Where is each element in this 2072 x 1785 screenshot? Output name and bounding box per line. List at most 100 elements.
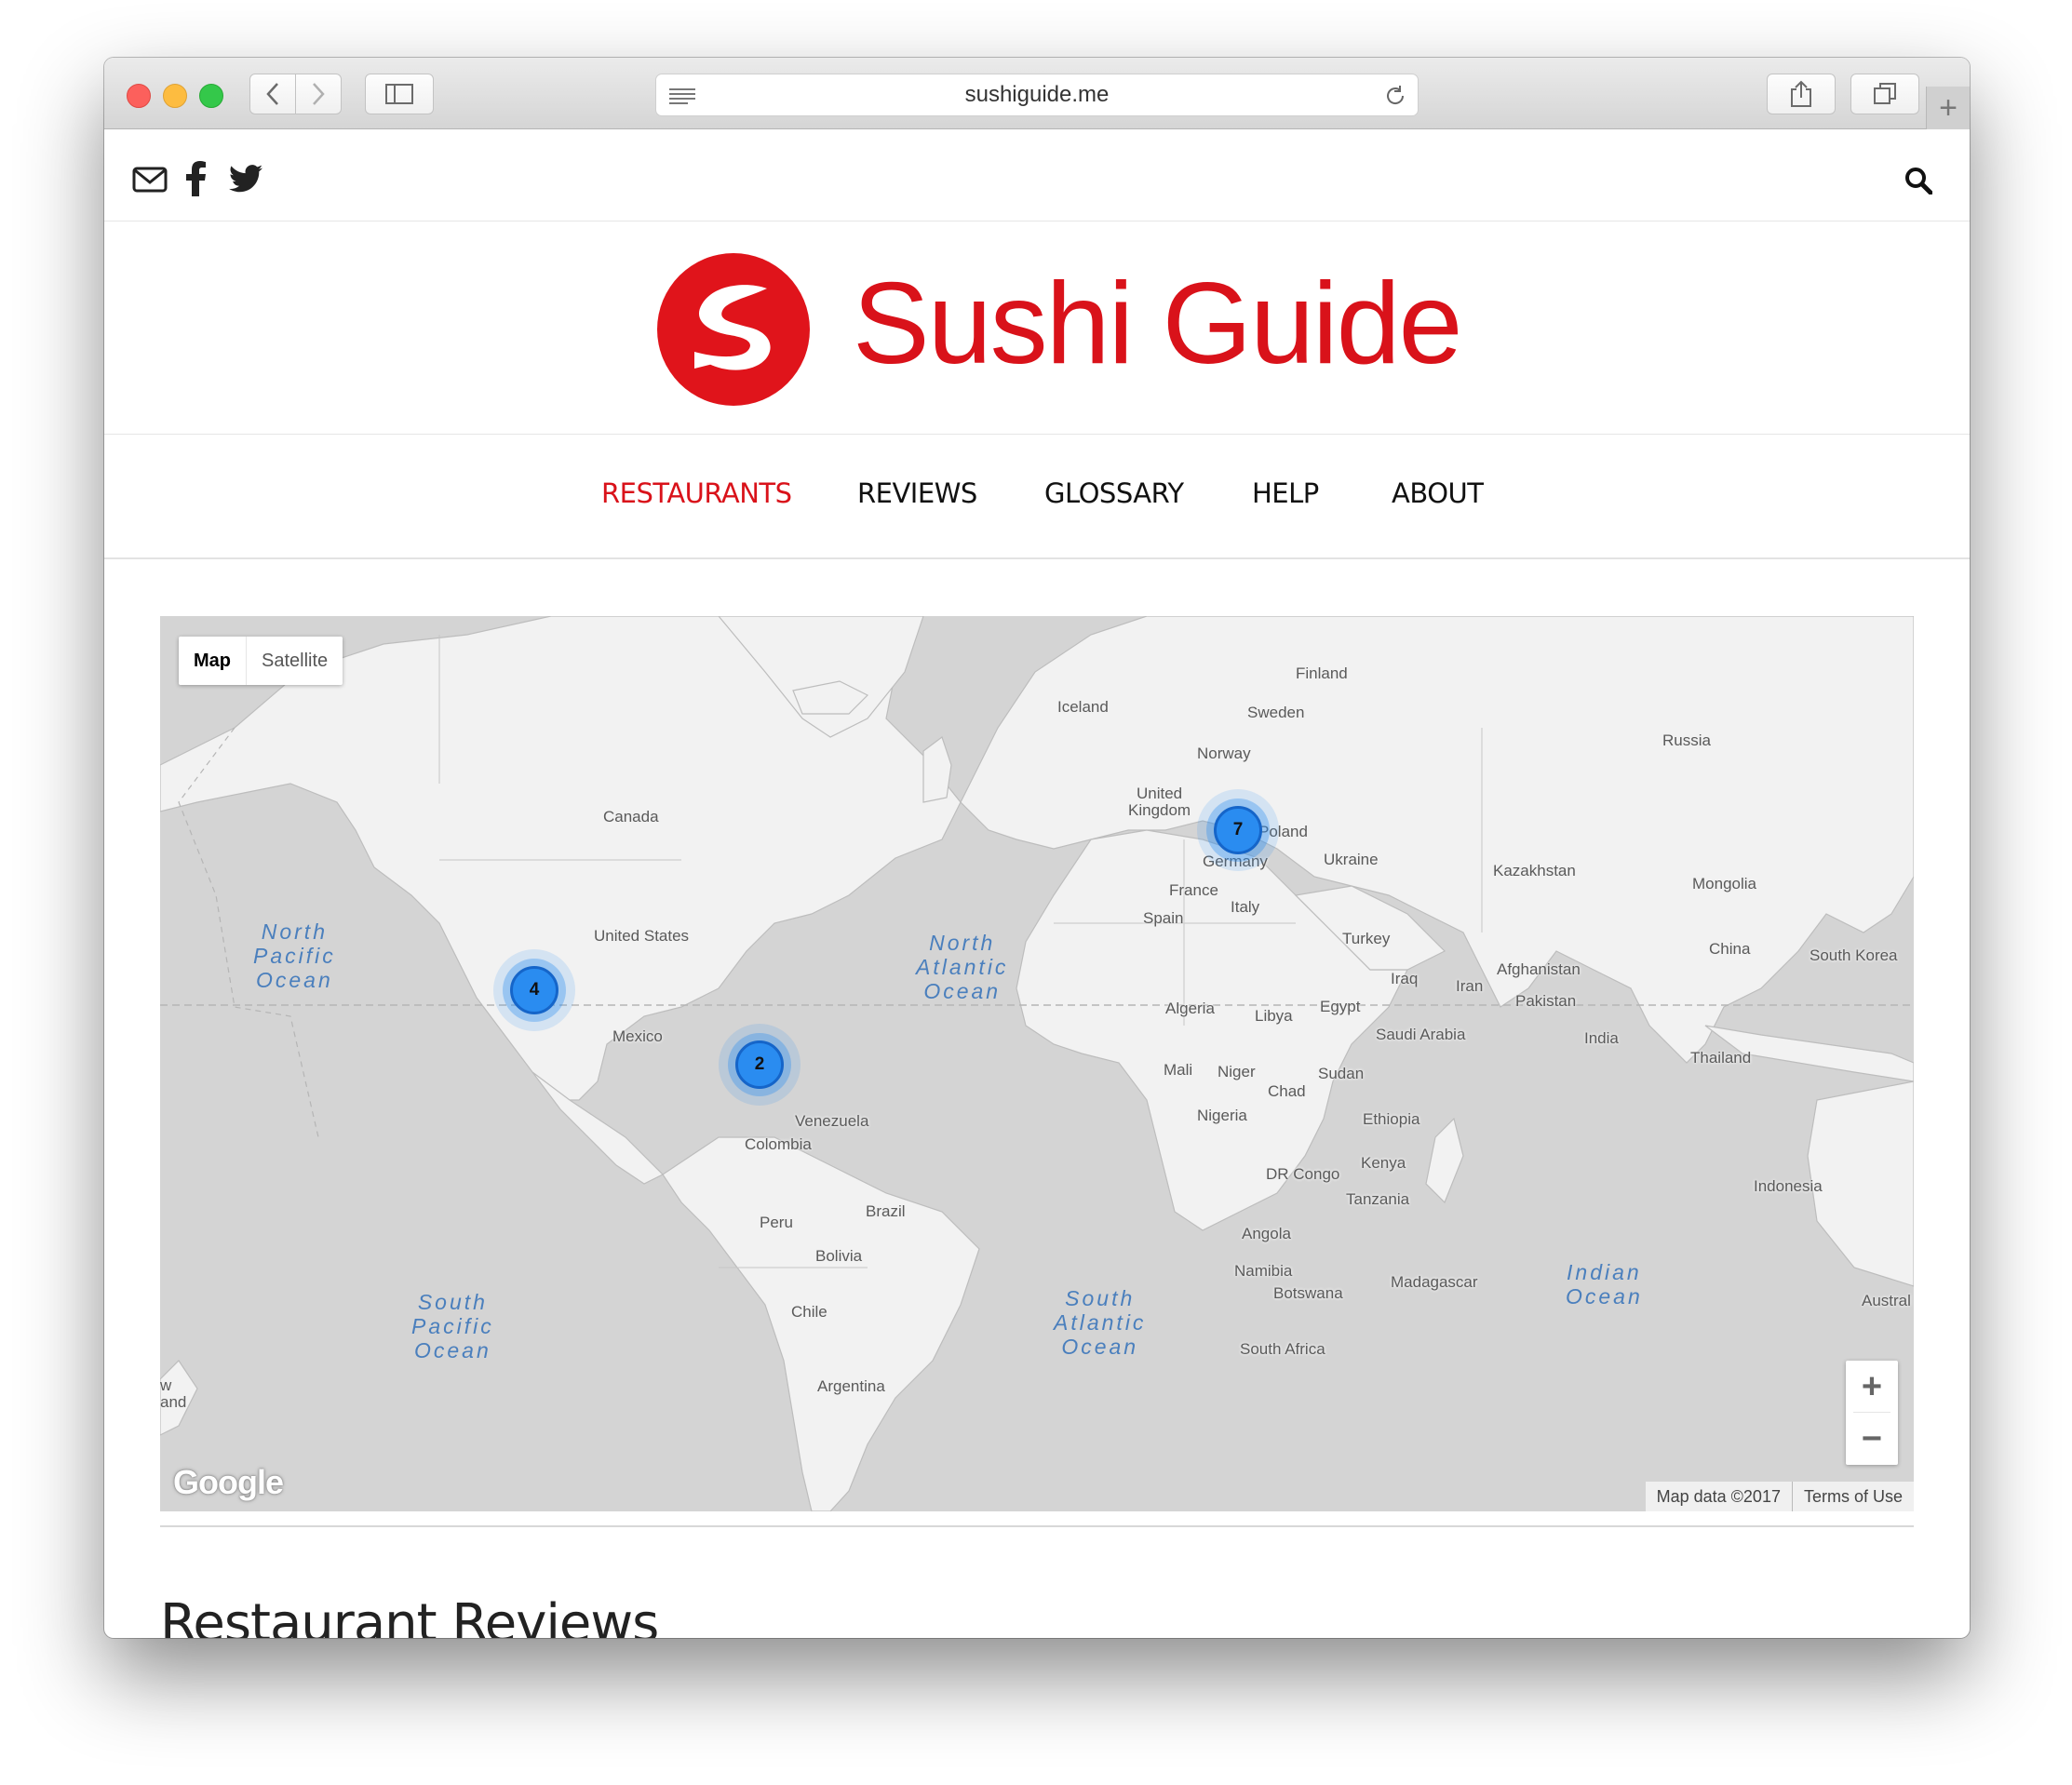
label-botswana: Botswana (1273, 1284, 1343, 1302)
label-china: China (1709, 940, 1751, 958)
sidebar-icon (385, 84, 413, 104)
section-heading: Restaurant Reviews (160, 1592, 659, 1638)
label-libya: Libya (1255, 1007, 1293, 1025)
label-namibia: Namibia (1234, 1262, 1293, 1280)
browser-toolbar: sushiguide.me + (104, 58, 1970, 129)
label-uk: United Kingdom (1128, 785, 1191, 819)
reload-icon[interactable] (1384, 85, 1406, 107)
label-nigeria: Nigeria (1197, 1107, 1247, 1124)
label-tanzania: Tanzania (1346, 1190, 1410, 1208)
map-type-map-button[interactable]: Map (179, 637, 247, 685)
label-sweden: Sweden (1247, 704, 1305, 721)
nav-restaurants[interactable]: RESTAURANTS (601, 477, 792, 509)
nav-glossary[interactable]: GLOSSARY (1044, 477, 1184, 509)
label-ukraine: Ukraine (1324, 851, 1379, 868)
share-icon (1791, 80, 1811, 107)
address-bar[interactable]: sushiguide.me (655, 74, 1419, 116)
map-attribution: Map data ©2017 Terms of Use (1645, 1482, 1914, 1511)
divider (160, 1525, 1914, 1527)
label-ethiopia: Ethiopia (1363, 1110, 1420, 1128)
zoom-in-button[interactable]: + (1846, 1361, 1898, 1413)
label-bolivia: Bolivia (815, 1247, 863, 1265)
close-window-button[interactable] (127, 84, 151, 108)
map-type-satellite-button[interactable]: Satellite (247, 637, 343, 685)
label-pakistan: Pakistan (1515, 992, 1577, 1010)
label-algeria: Algeria (1165, 1000, 1215, 1017)
site-header: Sushi Guide (104, 221, 1970, 435)
label-madagascar: Madagascar (1391, 1273, 1478, 1291)
minimize-window-button[interactable] (163, 84, 187, 108)
label-france: France (1169, 881, 1218, 899)
label-angola: Angola (1242, 1225, 1291, 1242)
label-germany: Germany (1203, 852, 1268, 870)
label-chile: Chile (791, 1303, 827, 1321)
label-italy: Italy (1231, 898, 1260, 916)
brand-name[interactable]: Sushi Guide (853, 266, 1463, 382)
label-sudan: Sudan (1318, 1065, 1365, 1082)
forward-button[interactable] (295, 74, 342, 114)
label-dr-congo: DR Congo (1266, 1165, 1340, 1183)
new-tab-button[interactable]: + (1926, 87, 1970, 129)
facebook-icon[interactable] (186, 161, 207, 196)
label-iran: Iran (1456, 977, 1484, 995)
label-kenya: Kenya (1361, 1154, 1406, 1172)
share-button[interactable] (1767, 74, 1836, 114)
label-spain: Spain (1143, 909, 1184, 927)
label-south-atlantic-ocean: South Atlantic Ocean (1054, 1286, 1147, 1359)
browser-window: sushiguide.me + Sushi Guide RESTAURANTS … (104, 58, 1970, 1638)
label-north-pacific-ocean: North Pacific Ocean (253, 919, 336, 992)
label-peru: Peru (760, 1214, 793, 1231)
label-mexico: Mexico (612, 1027, 663, 1045)
label-egypt: Egypt (1320, 998, 1361, 1015)
label-argentina: Argentina (817, 1377, 885, 1395)
search-icon[interactable] (1904, 167, 1932, 195)
sushi-guide-logo[interactable] (657, 253, 810, 406)
label-united-states: United States (594, 927, 690, 945)
label-saudi-arabia: Saudi Arabia (1376, 1026, 1466, 1043)
map-data-credit: Map data ©2017 (1656, 1487, 1781, 1506)
label-brazil: Brazil (866, 1202, 906, 1220)
label-norway: Norway (1197, 745, 1251, 762)
label-colombia: Colombia (745, 1135, 812, 1153)
marker-cluster[interactable]: 7 (1214, 806, 1262, 854)
chevron-right-icon (313, 83, 325, 105)
label-venezuela: Venezuela (795, 1112, 869, 1130)
label-south-pacific-ocean: South Pacific Ocean (411, 1290, 494, 1362)
zoom-out-button[interactable]: − (1846, 1413, 1898, 1465)
label-south-korea: South Korea (1810, 946, 1898, 964)
label-thailand: Thailand (1690, 1049, 1752, 1067)
marker-cluster[interactable]: 2 (735, 1040, 784, 1089)
terms-of-use-link[interactable]: Terms of Use (1791, 1482, 1914, 1511)
label-chad: Chad (1268, 1082, 1306, 1100)
sidebar-button[interactable] (365, 74, 434, 114)
label-turkey: Turkey (1342, 930, 1391, 947)
nav-reviews[interactable]: REVIEWS (857, 477, 977, 509)
label-poland: Poland (1258, 823, 1308, 840)
restaurant-map[interactable]: Map Satellite Iceland Finland Sweden Nor… (160, 616, 1914, 1511)
label-iraq: Iraq (1391, 970, 1419, 987)
nav-help[interactable]: HELP (1252, 477, 1319, 509)
tabs-overview-button[interactable] (1850, 74, 1919, 114)
label-mali: Mali (1164, 1061, 1193, 1079)
world-map-land (160, 616, 1914, 1511)
url-text: sushiguide.me (964, 82, 1110, 107)
zoom-window-button[interactable] (199, 84, 223, 108)
back-button[interactable] (249, 74, 296, 114)
social-bar (104, 129, 1970, 221)
nav-about[interactable]: ABOUT (1392, 477, 1484, 509)
label-niger: Niger (1218, 1063, 1256, 1080)
label-afghanistan: Afghanistan (1497, 960, 1581, 978)
marker-cluster[interactable]: 4 (510, 966, 558, 1014)
label-new-zealand: w and (160, 1376, 187, 1411)
label-indian-ocean: Indian Ocean (1566, 1260, 1643, 1309)
twitter-icon[interactable] (229, 165, 262, 193)
envelope-icon[interactable] (132, 167, 168, 193)
label-russia: Russia (1662, 731, 1711, 749)
label-india: India (1584, 1029, 1619, 1047)
zoom-divider (1853, 1412, 1890, 1413)
label-indonesia: Indonesia (1754, 1177, 1823, 1195)
label-mongolia: Mongolia (1692, 875, 1756, 892)
chevron-left-icon (266, 83, 278, 105)
google-logo[interactable]: Google (173, 1463, 284, 1502)
label-south-africa: South Africa (1240, 1340, 1325, 1358)
